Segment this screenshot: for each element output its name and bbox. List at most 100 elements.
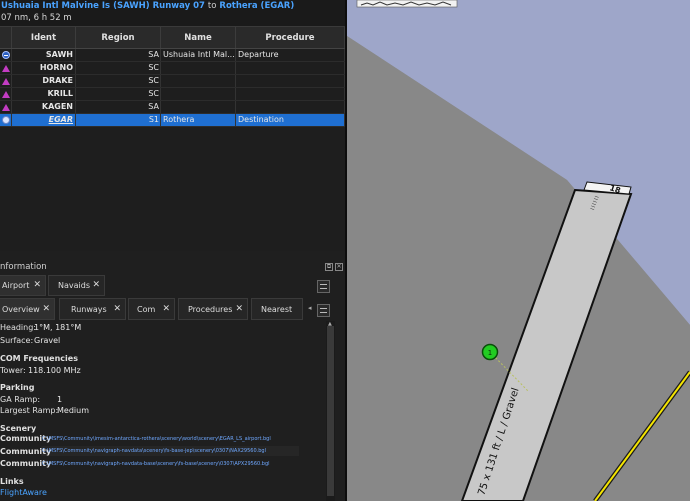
header-ident[interactable]: Ident: [12, 27, 76, 48]
tab-label: Procedures: [188, 304, 233, 314]
scenery-path[interactable]: C:\MSFS\Community\navigraph-navdata-base…: [42, 461, 270, 467]
table-row[interactable]: DRAKE SC: [0, 75, 345, 88]
com-frequencies-header: COM Frequencies: [0, 354, 78, 363]
header-name[interactable]: Name: [161, 27, 236, 48]
information-dock-title: nformation ⧉ ✕: [0, 261, 345, 275]
close-icon[interactable]: ✕: [33, 280, 41, 290]
row-name: [161, 75, 236, 87]
table-row[interactable]: HORNO SC: [0, 62, 345, 75]
table-row[interactable]: KRILL SC: [0, 88, 345, 101]
table-row[interactable]: KAGEN SA: [0, 101, 345, 114]
heading-label: Heading:: [0, 323, 36, 332]
row-ident: KRILL: [12, 88, 76, 100]
airport-icon: [1, 116, 10, 124]
ga-ramp-value: 1: [57, 395, 63, 404]
heading-value: 1°M, 181°M: [34, 323, 82, 332]
row-name: [161, 88, 236, 100]
tab-procedures[interactable]: Procedures ✕: [178, 298, 248, 320]
tab-nearest[interactable]: Nearest: [251, 298, 303, 320]
row-region: SA: [76, 49, 161, 61]
row-procedure: [236, 75, 345, 87]
surface-value: Gravel: [34, 336, 61, 345]
row-ident: KAGEN: [12, 101, 76, 113]
flight-plan-table[interactable]: Ident Region Name Procedure SAWH SA Ushu…: [0, 26, 345, 251]
scenery-path[interactable]: C:\MSFS\Community\navigraph-navdata\scen…: [42, 448, 266, 454]
row-region: SA: [76, 101, 161, 113]
route-title: Ushuaia Intl Malvine Is (SAWH) Runway 07…: [0, 0, 345, 26]
row-region: S1: [76, 114, 161, 126]
tab-com[interactable]: Com ✕: [128, 298, 175, 320]
row-procedure: Departure: [236, 49, 345, 61]
tab-overview[interactable]: Overview ✕: [0, 298, 55, 320]
row-region: SC: [76, 62, 161, 74]
waypoint-icon: [1, 64, 10, 72]
flight-plan-panel: Ushuaia Intl Malvine Is (SAWH) Runway 07…: [0, 0, 345, 501]
parking-header: Parking: [0, 383, 35, 392]
waypoint-icon: [1, 77, 10, 85]
row-name: Rothera: [161, 114, 236, 126]
close-icon[interactable]: ✕: [42, 304, 50, 314]
user-marker-number: 1: [488, 349, 492, 357]
tab-airport[interactable]: Airport ✕: [0, 275, 46, 296]
tab-label: Com: [137, 304, 156, 314]
map-view[interactable]: 18 | | | | | | 75 x 131 ft / L / Gravel …: [347, 0, 690, 501]
tab-label: Runways: [71, 304, 107, 314]
header-icon-column: [0, 27, 12, 48]
surface-label: Surface:: [0, 336, 34, 345]
row-region: SC: [76, 88, 161, 100]
row-ident: HORNO: [12, 62, 76, 74]
row-ident: EGAR: [12, 114, 76, 126]
scenery-header: Scenery: [0, 424, 37, 433]
row-name: [161, 101, 236, 113]
row-name: Ushuaia Intl Mal...: [163, 49, 236, 61]
waypoint-icon: [1, 90, 10, 98]
row-region: SC: [76, 75, 161, 87]
float-icon[interactable]: ⧉: [325, 263, 333, 271]
header-procedure[interactable]: Procedure: [236, 27, 345, 48]
tab-navaids[interactable]: Navaids ✕: [48, 275, 105, 296]
close-icon[interactable]: ✕: [235, 304, 243, 314]
row-ident: SAWH: [12, 49, 76, 61]
airport-subtab-bar: Overview ✕ Runways ✕ Com ✕ Procedures ✕ Near…: [0, 298, 345, 320]
table-row-selected[interactable]: EGAR S1 Rothera Destination: [0, 114, 345, 127]
flightaware-link[interactable]: FlightAware: [0, 488, 47, 497]
row-ident: DRAKE: [12, 75, 76, 87]
route-from: Ushuaia Intl Malvine Is (SAWH) Runway 07: [1, 1, 205, 11]
row-name: [161, 62, 236, 74]
menu-icon[interactable]: [317, 280, 330, 293]
largest-ramp-value: Medium: [57, 406, 89, 415]
scrollbar-thumb[interactable]: [327, 326, 334, 496]
menu-icon[interactable]: [317, 304, 330, 317]
tower-frequency: 118.100 MHz: [28, 366, 81, 375]
close-icon[interactable]: ✕: [113, 304, 121, 314]
airport-overview: Heading: 1°M, 181°M Surface: Gravel COM …: [0, 321, 325, 501]
row-procedure: Destination: [236, 114, 345, 126]
close-icon[interactable]: ✕: [335, 263, 343, 271]
airport-departure-icon: [1, 51, 10, 59]
tab-runways[interactable]: Runways ✕: [59, 298, 126, 320]
row-procedure: [236, 88, 345, 100]
tab-scroll-left-icon[interactable]: ◂: [308, 304, 312, 312]
map-canvas[interactable]: 18 | | | | | | 75 x 131 ft / L / Gravel …: [347, 0, 690, 501]
info-tab-bar: Airport ✕ Navaids ✕: [0, 275, 345, 296]
row-procedure: [236, 62, 345, 74]
route-to-word: to: [207, 1, 217, 11]
tab-label: Overview: [2, 304, 40, 314]
close-icon[interactable]: ✕: [92, 280, 100, 290]
row-procedure: [236, 101, 345, 113]
links-header: Links: [0, 477, 24, 486]
route-summary: 07 nm, 6 h 52 m: [1, 13, 72, 23]
close-icon[interactable]: ✕: [162, 304, 170, 314]
tab-label: Nearest: [261, 304, 293, 314]
scenery-path[interactable]: C:\MSFS\Community\imesim-antarctica-roth…: [42, 436, 271, 442]
table-row[interactable]: SAWH SA Ushuaia Intl Mal... Departure: [0, 49, 345, 62]
tab-label: Navaids: [58, 281, 90, 290]
header-region[interactable]: Region: [76, 27, 161, 48]
waypoint-icon: [1, 103, 10, 111]
largest-ramp-label: Largest Ramp:: [0, 406, 59, 415]
tab-label: Airport: [2, 281, 30, 290]
information-title: nformation: [0, 262, 47, 272]
table-header: Ident Region Name Procedure: [0, 27, 345, 49]
ga-ramp-label: GA Ramp:: [0, 395, 41, 404]
info-scrollbar[interactable]: ▲: [326, 321, 335, 501]
